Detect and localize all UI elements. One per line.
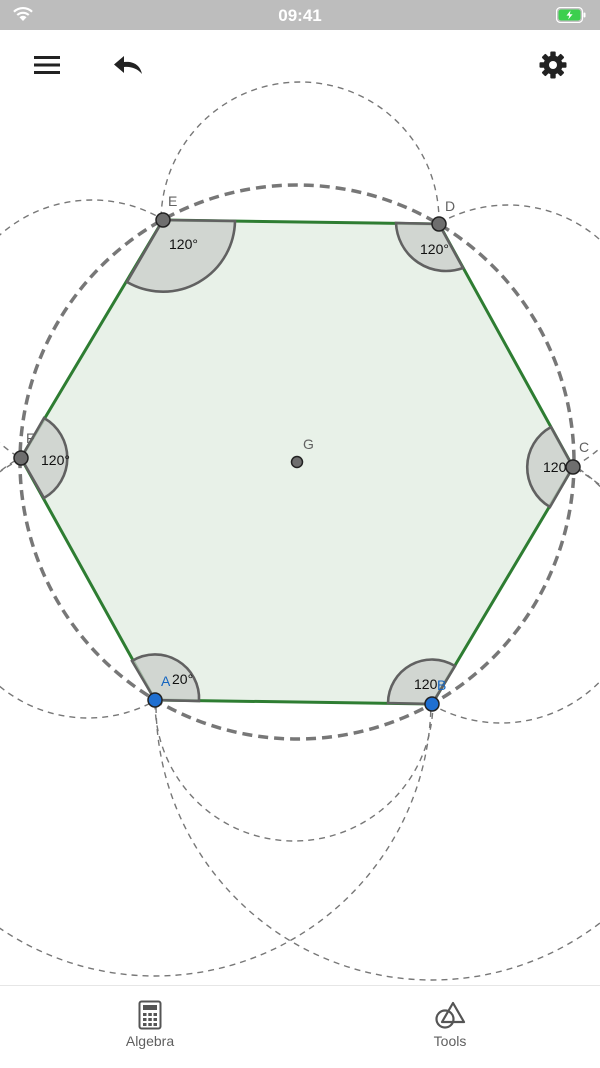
point-f[interactable] — [13, 450, 29, 466]
settings-button[interactable] — [531, 43, 575, 87]
menu-button[interactable] — [25, 43, 69, 87]
point-g[interactable] — [290, 455, 304, 469]
point-a[interactable] — [147, 692, 163, 708]
geometry-canvas[interactable]: 120° 120° 120 120 20° 120° A B C D E F G — [0, 0, 600, 985]
point-c[interactable] — [565, 459, 581, 475]
gear-icon — [539, 51, 567, 79]
geometry-tools-icon — [435, 1001, 466, 1029]
algebra-tab-label: Algebra — [125, 1033, 175, 1049]
bottom-navigation: Algebra Tools — [0, 985, 600, 1068]
point-label-d: D — [445, 198, 455, 214]
undo-button[interactable] — [106, 43, 150, 87]
point-label-a: A — [161, 673, 171, 689]
algebra-tab[interactable]: Algebra — [95, 1000, 205, 1049]
angle-label-a: 20° — [172, 671, 193, 687]
calculator-icon — [138, 1000, 162, 1030]
top-toolbar — [0, 30, 600, 100]
point-b[interactable] — [424, 696, 440, 712]
point-d[interactable] — [431, 216, 447, 232]
point-e[interactable] — [155, 212, 171, 228]
hamburger-menu-icon — [34, 56, 60, 74]
point-label-b: B — [437, 677, 446, 693]
tools-tab-label: Tools — [433, 1033, 467, 1049]
undo-icon — [114, 56, 142, 74]
tools-tab[interactable]: Tools — [395, 1000, 505, 1049]
angle-label-b: 120 — [414, 676, 438, 692]
point-label-e: E — [168, 193, 177, 209]
point-label-g: G — [303, 436, 314, 452]
point-label-c: C — [579, 439, 589, 455]
angle-label-e: 120° — [169, 236, 198, 252]
angle-label-d: 120° — [420, 241, 449, 257]
angle-label-f: 120° — [41, 452, 70, 468]
angle-label-c: 120 — [543, 459, 567, 475]
point-label-f: F — [26, 430, 35, 446]
